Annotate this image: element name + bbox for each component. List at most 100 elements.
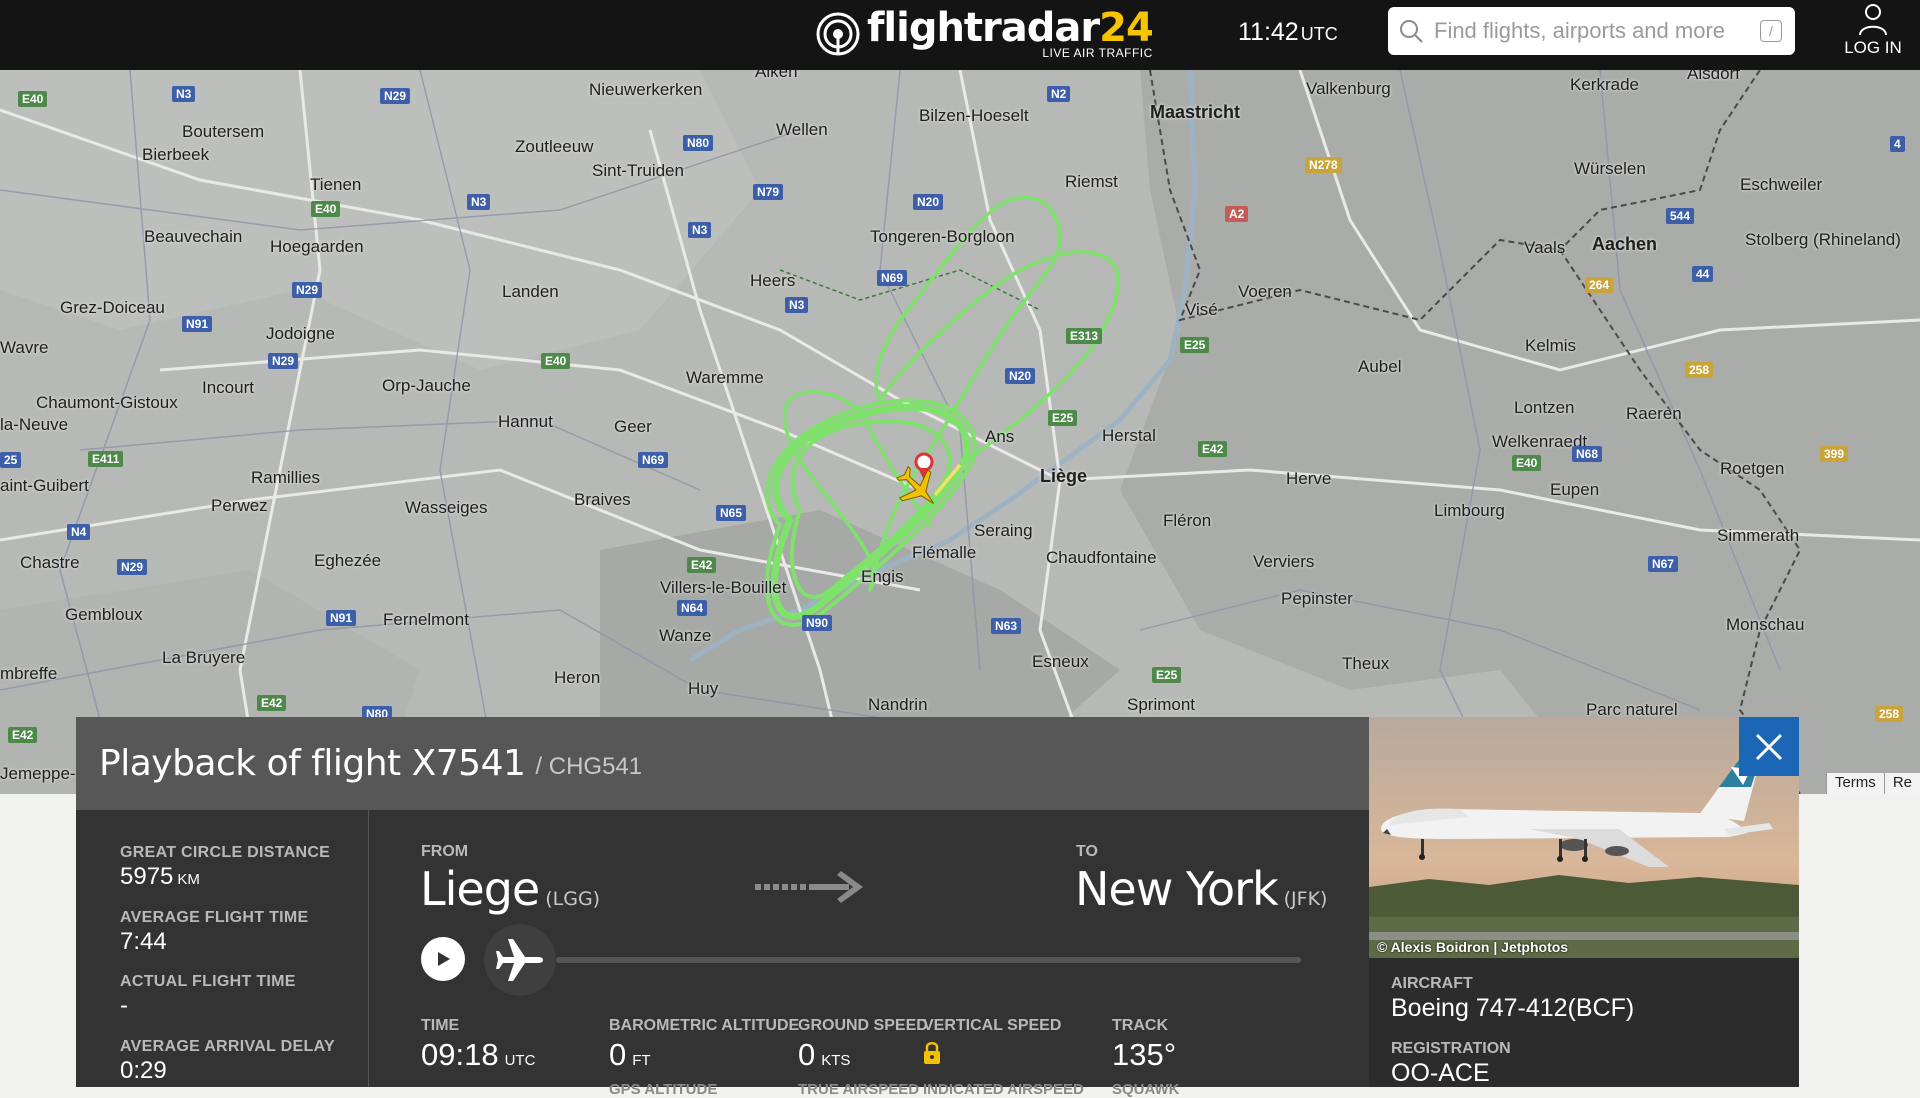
road-shield: E42 bbox=[8, 727, 38, 743]
playback-callsign: / CHG541 bbox=[535, 752, 643, 780]
town-label: Perwez bbox=[211, 496, 268, 515]
town-label: Raeren bbox=[1626, 404, 1682, 423]
town-label: Sint-Truiden bbox=[592, 161, 684, 180]
great-circle-distance-stat: GREAT CIRCLE DISTANCE 5975 KM bbox=[120, 844, 330, 891]
road-shield: N4 bbox=[67, 524, 91, 540]
town-label: Pepinster bbox=[1281, 589, 1353, 608]
tele-sub-label: SQUAWK bbox=[1112, 1081, 1180, 1098]
town-label: Engis bbox=[861, 567, 904, 586]
town-label: Orp-Jauche bbox=[382, 376, 471, 395]
town-label: Beauvechain bbox=[144, 227, 243, 246]
town-label: Wavre bbox=[0, 338, 49, 357]
close-icon bbox=[1755, 733, 1783, 760]
stat-value: - bbox=[120, 992, 128, 1019]
tele-label: VERTICAL SPEED bbox=[923, 1017, 1062, 1034]
town-label: Esneux bbox=[1032, 652, 1089, 671]
search-icon bbox=[1400, 20, 1423, 43]
flight-map[interactable]: Nieuwerkerken Aiken Bilzen-Hoeselt Maast… bbox=[0, 70, 1920, 794]
photo-credit[interactable]: © Alexis Boidron | Jetphotos bbox=[1377, 939, 1568, 955]
town-label: Aubel bbox=[1358, 357, 1402, 376]
town-label: Jemeppe- bbox=[0, 764, 76, 783]
town-label: Eghezée bbox=[314, 551, 382, 570]
logo-name: flightradar bbox=[867, 5, 1100, 51]
town-label: Braives bbox=[574, 490, 631, 509]
road-shield: N63 bbox=[991, 618, 1022, 634]
play-button[interactable] bbox=[421, 937, 465, 981]
town-label: Tongeren-Borgloon bbox=[870, 227, 1015, 246]
road-shield: N2 bbox=[1047, 86, 1071, 102]
road-shield: E40 bbox=[18, 91, 48, 107]
road-shield: A2 bbox=[1225, 206, 1249, 222]
town-label: Nieuwerkerken bbox=[589, 80, 703, 99]
average-flight-time-stat: AVERAGE FLIGHT TIME 7:44 bbox=[120, 909, 309, 956]
flightradar24-logo[interactable]: flightradar24 LIVE AIR TRAFFIC bbox=[815, 4, 1154, 64]
search-input[interactable] bbox=[1434, 18, 1760, 44]
to-label: TO bbox=[1076, 843, 1098, 860]
road-shield: 264 bbox=[1585, 277, 1614, 293]
town-label: Wasseiges bbox=[405, 498, 488, 517]
close-button[interactable] bbox=[1739, 717, 1799, 776]
registration-label: REGISTRATION bbox=[1391, 1040, 1511, 1057]
town-label: Vaals bbox=[1524, 238, 1566, 257]
tele-sub-label: TRUE AIRSPEED bbox=[798, 1081, 920, 1098]
report-link[interactable]: Re bbox=[1883, 773, 1920, 794]
tele-sub-label: GPS ALTITUDE bbox=[609, 1081, 718, 1098]
road-shield: E42 bbox=[257, 695, 287, 711]
aircraft-photo[interactable]: © Alexis Boidron | Jetphotos bbox=[1369, 717, 1799, 958]
town-label: Roetgen bbox=[1720, 459, 1785, 478]
town-label: Heers bbox=[750, 271, 796, 290]
road-shield: N29 bbox=[117, 559, 148, 575]
playback-title: Playback of flight X7541 bbox=[99, 743, 526, 784]
origin-city[interactable]: Liege (LGG) bbox=[420, 862, 600, 916]
registration-value: OO-ACE bbox=[1391, 1059, 1490, 1087]
stat-label: AVERAGE ARRIVAL DELAY bbox=[120, 1038, 335, 1055]
town-label: Liège bbox=[1040, 466, 1088, 486]
road-shield: N91 bbox=[326, 610, 357, 626]
town-label: Monschau bbox=[1726, 615, 1805, 634]
playback-timeline[interactable] bbox=[556, 957, 1301, 963]
road-shield: E42 bbox=[1198, 441, 1228, 457]
play-icon bbox=[438, 952, 450, 966]
road-shield: N65 bbox=[716, 505, 747, 521]
town-label: Verviers bbox=[1253, 552, 1315, 571]
barometric-altitude-readout: BAROMETRIC ALTITUDE 0 FT GPS ALTITUDE bbox=[609, 1017, 799, 1098]
road-shield: N80 bbox=[683, 135, 714, 151]
login-button[interactable]: LOG IN bbox=[1838, 2, 1908, 64]
town-label: Stolberg (Rhineland) bbox=[1745, 230, 1901, 249]
road-shield: E40 bbox=[1512, 455, 1542, 471]
stat-label: GREAT CIRCLE DISTANCE bbox=[120, 844, 331, 861]
tele-label: GROUND SPEED bbox=[798, 1017, 928, 1034]
destination-city-name: New York bbox=[1075, 862, 1279, 916]
road-shield: N67 bbox=[1648, 556, 1679, 572]
tele-value: 0 bbox=[798, 1037, 816, 1072]
average-arrival-delay-stat: AVERAGE ARRIVAL DELAY 0:29 bbox=[120, 1038, 335, 1085]
town-label: la-Neuve bbox=[0, 415, 69, 434]
road-shield: 44 bbox=[1692, 266, 1714, 282]
road-shield: 4 bbox=[1890, 136, 1905, 152]
terms-link[interactable]: Terms bbox=[1825, 773, 1884, 794]
town-label: Boutersem bbox=[182, 122, 265, 141]
lock-icon[interactable] bbox=[923, 1041, 941, 1065]
origin-city-name: Liege bbox=[420, 862, 540, 916]
town-label: Grez-Doiceau bbox=[60, 298, 165, 317]
town-label: mbreffe bbox=[0, 664, 58, 683]
town-label: Huy bbox=[688, 679, 719, 698]
town-label: Riemst bbox=[1065, 172, 1118, 191]
search-box[interactable]: / bbox=[1388, 7, 1795, 55]
ground-speed-readout: GROUND SPEED 0 KTS TRUE AIRSPEED bbox=[798, 1017, 928, 1098]
road-shield: N3 bbox=[785, 297, 809, 313]
road-shield: N69 bbox=[877, 270, 908, 286]
town-label: aint-Guibert bbox=[0, 476, 89, 495]
destination-city[interactable]: New York (JFK) bbox=[1075, 862, 1327, 916]
road-shield: N68 bbox=[1572, 446, 1603, 462]
town-label: Ans bbox=[985, 427, 1015, 446]
tele-unit: FT bbox=[632, 1052, 651, 1069]
tele-value: 0 bbox=[609, 1037, 627, 1072]
stat-label: ACTUAL FLIGHT TIME bbox=[120, 973, 296, 990]
road-shield: E42 bbox=[687, 557, 717, 573]
town-label: Incourt bbox=[202, 378, 254, 397]
timeline-handle[interactable] bbox=[484, 924, 556, 996]
town-label: Ramillies bbox=[251, 468, 320, 487]
town-label: Aachen bbox=[1592, 234, 1658, 254]
stat-unit: KM bbox=[177, 871, 200, 888]
